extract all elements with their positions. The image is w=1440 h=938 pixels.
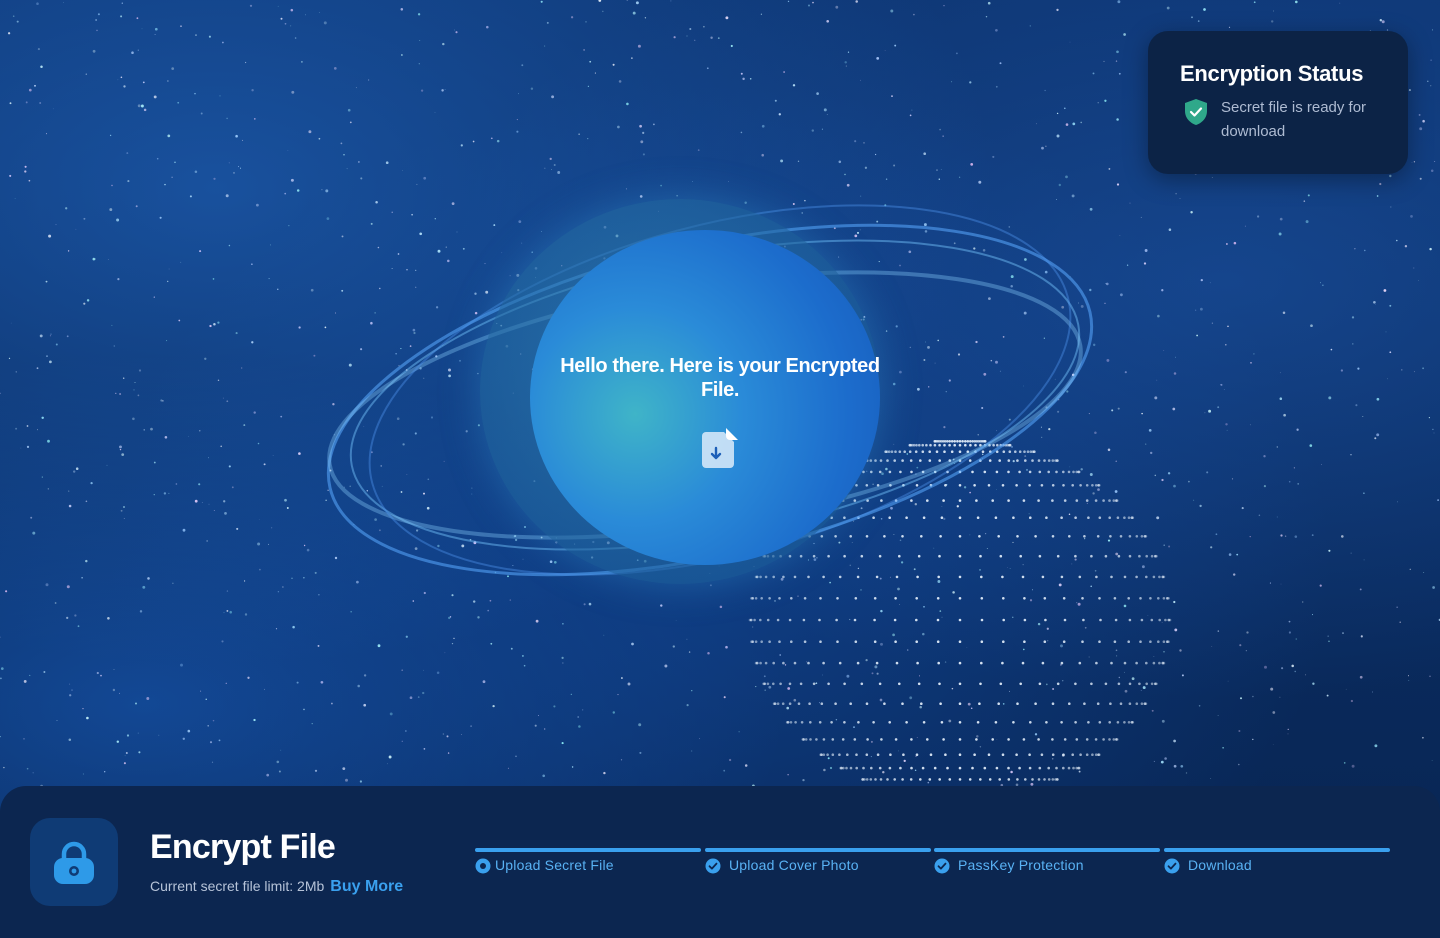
status-title: Encryption Status [1180, 61, 1364, 86]
step-label: Download [1188, 857, 1252, 873]
step-download[interactable]: Download [1164, 848, 1390, 888]
file-limit-text: Current secret file limit: 2Mb [150, 878, 325, 894]
step-progress-bar [705, 848, 931, 852]
encryption-status-card: Encryption Status Secret file is ready f… [1148, 31, 1408, 174]
file-limit-row: Current secret file limit: 2Mb Buy More [150, 878, 403, 896]
step-progress-bar [934, 848, 1160, 852]
check-circle-icon [934, 858, 950, 874]
encrypted-file-message: Hello there. Here is your Encrypted File… [560, 355, 880, 401]
radio-dot-icon [475, 858, 491, 874]
buy-more-link[interactable]: Buy More [330, 878, 403, 895]
bottom-panel: Encrypt File Current secret file limit: … [0, 786, 1440, 938]
step-upload-secret-file[interactable]: Upload Secret File [475, 848, 701, 888]
step-label: Upload Secret File [495, 857, 614, 873]
step-progress-bar [475, 848, 701, 852]
lock-icon [54, 841, 94, 884]
step-label: Upload Cover Photo [729, 857, 859, 873]
step-upload-cover-photo[interactable]: Upload Cover Photo [705, 848, 931, 888]
download-file-button[interactable] [700, 426, 740, 470]
step-label: PassKey Protection [958, 857, 1084, 873]
shield-check-icon [1185, 99, 1207, 125]
check-circle-icon [705, 858, 721, 874]
lock-tile [30, 818, 118, 906]
check-circle-icon [1164, 858, 1180, 874]
progress-steps: Upload Secret File Upload Cover Photo Pa… [475, 848, 1391, 888]
file-download-icon [702, 428, 738, 468]
step-progress-bar [1164, 848, 1390, 852]
step-passkey-protection[interactable]: PassKey Protection [934, 848, 1160, 888]
status-message: Secret file is ready for download [1221, 99, 1367, 140]
page-title: Encrypt File [150, 828, 336, 866]
